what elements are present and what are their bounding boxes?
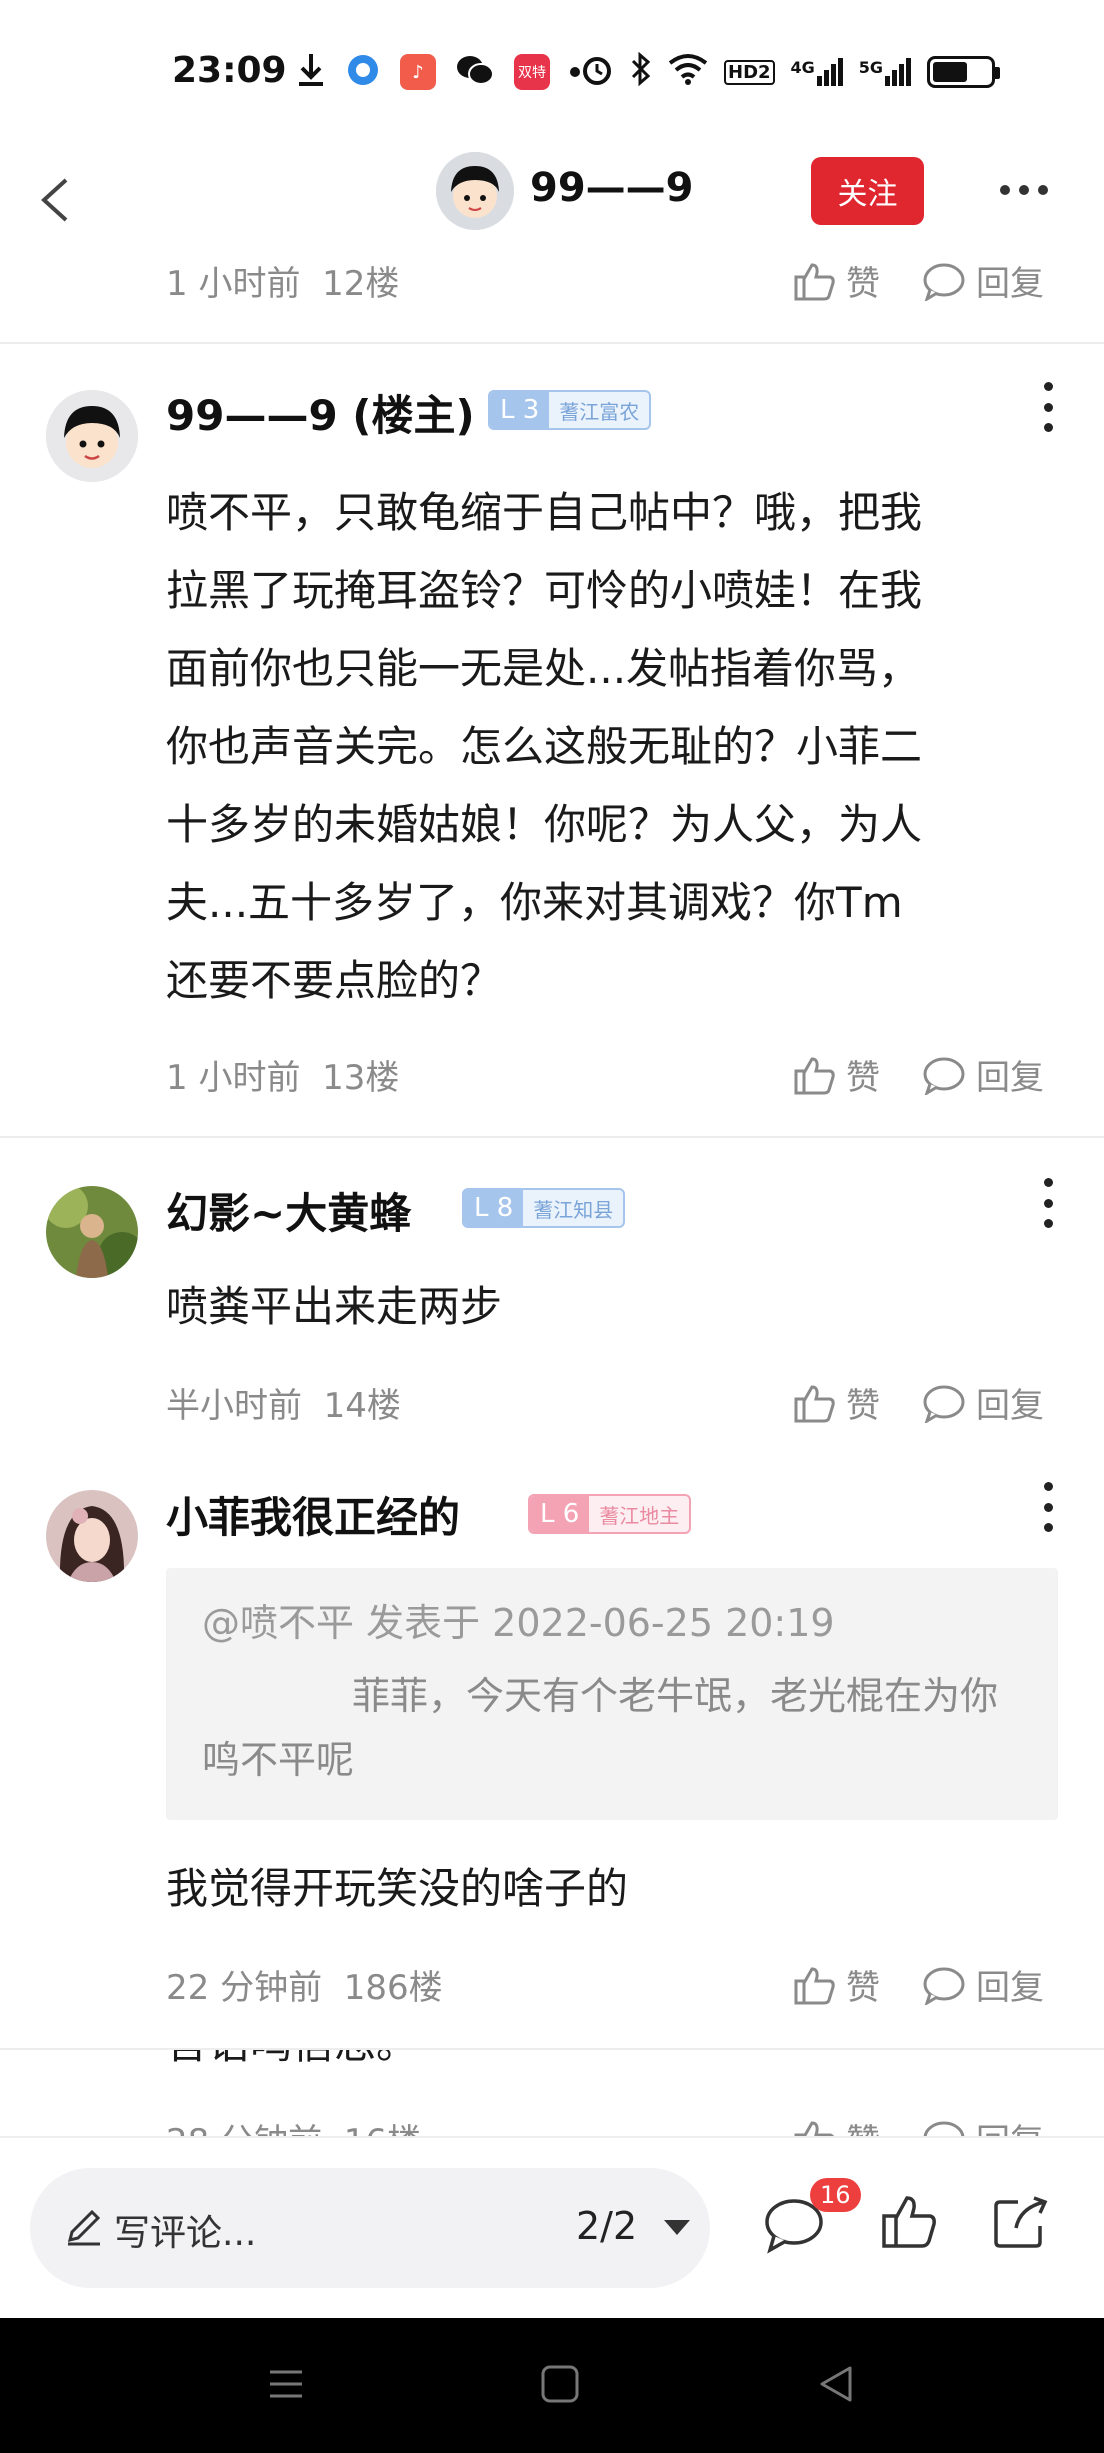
quote-header: @喷不平 发表于 2022-06-25 20:19 [202, 1601, 835, 1645]
post-meta: 1 小时前 13楼 [166, 1058, 400, 1098]
post-menu-icon[interactable] [1038, 1178, 1058, 1228]
status-app-icons: ♪ 双特 [296, 52, 580, 92]
like-button[interactable]: 赞 [792, 1378, 880, 1427]
follow-button[interactable]: 关注 [811, 157, 924, 225]
status-time: 23:09 [172, 50, 287, 91]
post-menu-icon[interactable] [1038, 1482, 1058, 1532]
pen-icon [64, 2206, 104, 2250]
quote-body: 菲菲，今天有个老牛氓，老光棍在为你鸣不平呢 [202, 1674, 999, 1782]
reply-button[interactable]: 回复 [922, 256, 1044, 305]
comment-count-badge: 16 [810, 2178, 861, 2212]
page-dropdown-icon[interactable] [664, 2220, 690, 2235]
status-bar: 23:09 ♪ 双特 HD2 4G 5G [0, 0, 1104, 150]
music-icon: ♪ [400, 54, 436, 90]
username[interactable]: 99——9 (楼主) [166, 382, 475, 443]
avatar[interactable] [46, 1186, 138, 1278]
post-body: 我觉得开玩笑没的啥子的 [166, 1864, 629, 1913]
wifi-icon [668, 53, 708, 92]
chat-bubble-icon [923, 1967, 965, 2005]
chat-bubble-icon [923, 263, 965, 301]
news-app-icon: 双特 [514, 54, 550, 90]
browser-icon [346, 53, 380, 91]
battery-icon [927, 56, 1001, 88]
wechat-icon [456, 54, 494, 90]
thumbs-up-icon [794, 1056, 835, 1094]
menu-icon[interactable] [266, 2364, 306, 2408]
chat-bubble-icon [923, 2121, 965, 2136]
back-nav-icon[interactable] [816, 2364, 856, 2408]
like-button[interactable]: 赞 [792, 256, 880, 305]
bluetooth-icon [630, 51, 652, 93]
battery-level [933, 62, 968, 82]
thumbs-up-icon [794, 2120, 835, 2136]
system-navigation-bar [0, 2318, 1104, 2453]
divider [0, 1136, 1104, 1138]
reply-button[interactable]: 回复 [922, 2114, 1044, 2136]
post-body: 喷粪平出来走两步 [166, 1282, 503, 1331]
quoted-reply[interactable]: @喷不平 发表于 2022-06-25 20:19 菲菲，今天有个老牛氓，老光棍… [166, 1568, 1058, 1820]
nav-title: 99——9 [530, 165, 694, 211]
chat-bubble-icon [923, 1385, 965, 1423]
post-meta: 1 小时前 12楼 [166, 264, 400, 304]
signal-4g-icon: 4G [791, 58, 843, 86]
share-icon[interactable] [990, 2194, 1050, 2254]
more-options-icon[interactable] [1000, 175, 1060, 205]
level-badge: L 8 蓍江知县 [462, 1188, 626, 1228]
home-icon[interactable] [540, 2364, 580, 2408]
nav-avatar[interactable] [436, 152, 514, 230]
divider [0, 342, 1104, 344]
page-indicator[interactable]: 2/2 [576, 2204, 637, 2248]
hd-icon: HD2 [724, 59, 775, 85]
comment-input[interactable]: 写评论... 2/2 [30, 2168, 710, 2288]
post-body: 言语鸣信思。 [166, 2050, 418, 2071]
avatar[interactable] [46, 390, 138, 482]
username[interactable]: 小菲我很正经的 [166, 1484, 460, 1545]
like-button[interactable]: 赞 [792, 2114, 880, 2136]
status-system-icons: HD2 4G 5G [580, 51, 1001, 93]
clipped-post: 言语鸣信思。 28 分钟前 16楼 赞 回复 [0, 2050, 1104, 2136]
reply-button[interactable]: 回复 [922, 1050, 1044, 1099]
bottom-comment-bar: 写评论... 2/2 16 [0, 2136, 1104, 2318]
like-post-icon[interactable] [880, 2194, 938, 2254]
reply-button[interactable]: 回复 [922, 1960, 1044, 2009]
thumbs-up-icon [794, 1384, 835, 1422]
username[interactable]: 幻影~大黄蜂 [166, 1180, 411, 1241]
back-icon[interactable] [28, 170, 88, 230]
post-body: 喷不平，只敢龟缩于自己帖中？哦，把我 拉黑了玩掩耳盗铃？可怜的小喷娃！在我 面前… [166, 488, 923, 1005]
download-icon [296, 52, 326, 92]
chat-bubble-icon [923, 1057, 965, 1095]
like-button[interactable]: 赞 [792, 1050, 880, 1099]
comment-placeholder: 写评论... [114, 2213, 257, 2254]
thumbs-up-icon [794, 1966, 835, 2004]
alarm-icon [580, 52, 614, 93]
dot-icon [570, 67, 580, 77]
level-badge: L 3 蓍江富农 [488, 390, 652, 430]
avatar[interactable] [46, 1490, 138, 1582]
post-meta: 28 分钟前 16楼 [166, 2114, 421, 2136]
signal-5g-icon: 5G [859, 58, 912, 86]
like-button[interactable]: 赞 [792, 1960, 880, 2009]
post-menu-icon[interactable] [1038, 382, 1058, 432]
reply-button[interactable]: 回复 [922, 1378, 1044, 1427]
thumbs-up-icon [794, 262, 835, 300]
post-meta: 半小时前 14楼 [166, 1386, 401, 1426]
level-badge: L 6 蓍江地主 [528, 1494, 692, 1534]
post-meta: 22 分钟前 186楼 [166, 1968, 443, 2008]
